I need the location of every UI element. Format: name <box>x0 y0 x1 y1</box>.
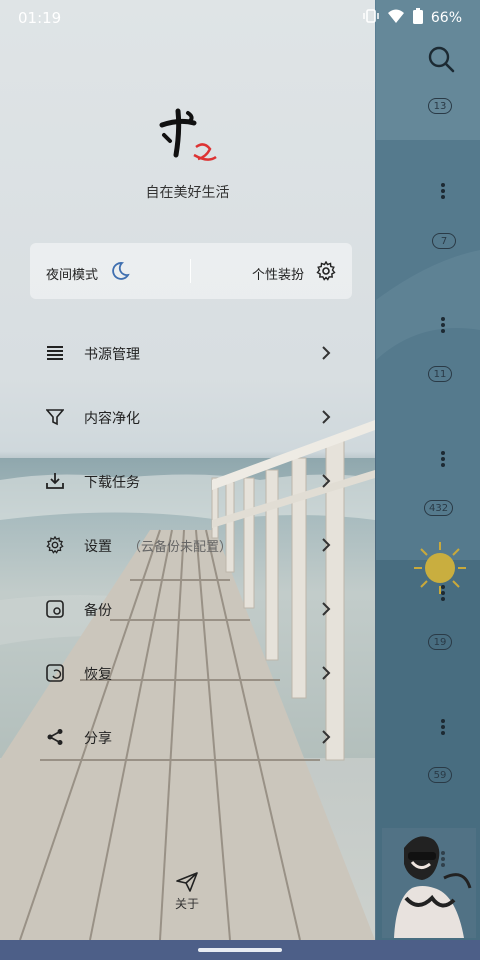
theme-settings-button[interactable]: 个性装扮 <box>251 260 336 285</box>
menu-label: 设置 （云备份未配置） <box>84 536 232 556</box>
vibrate-icon <box>363 8 379 28</box>
chevron-right-icon <box>320 473 332 488</box>
share-icon <box>46 728 64 746</box>
unread-count-badge: 13 <box>428 98 452 114</box>
filter-icon <box>45 408 65 426</box>
app-slogan: 自在美好生活 <box>145 185 230 201</box>
menu-item-share[interactable]: 分享 <box>0 705 375 769</box>
menu-label: 下载任务 <box>84 475 140 491</box>
search-icon[interactable] <box>426 44 456 74</box>
more-options-icon[interactable] <box>440 450 446 470</box>
menu-label: 备份 <box>84 603 112 619</box>
menu-label: 恢复 <box>84 667 112 683</box>
system-navigation-bar <box>0 940 480 960</box>
gear-icon <box>46 535 64 554</box>
more-options-icon[interactable] <box>440 718 446 738</box>
menu-label: 书源管理 <box>84 347 140 363</box>
bookshelf-list <box>376 0 480 940</box>
theme-label: 个性装扮 <box>251 267 304 283</box>
more-options-icon[interactable] <box>440 316 446 336</box>
navigation-drawer: 自在美好生活 夜间模式 个性装扮 书源管理 内容净化 下载任务 设置 （云备份未… <box>0 0 375 940</box>
unread-count-badge: 19 <box>428 634 452 650</box>
restore-icon <box>46 664 64 682</box>
night-mode-toggle[interactable]: 夜间模式 <box>46 261 130 285</box>
chevron-right-icon <box>320 409 332 424</box>
list-icon <box>46 344 64 362</box>
menu-label: 内容净化 <box>84 411 140 427</box>
unread-count-badge: 7 <box>432 233 456 249</box>
divider <box>190 259 191 283</box>
home-gesture-handle[interactable] <box>198 948 282 952</box>
chevron-right-icon <box>320 729 332 744</box>
decoration-illustration <box>382 828 476 938</box>
settings-label: 设置 <box>84 539 112 555</box>
about-button[interactable]: 关于 <box>167 872 207 912</box>
unread-count-badge: 11 <box>428 366 452 382</box>
gear-icon <box>316 260 336 285</box>
clock-text: 01:19 <box>18 9 62 27</box>
app-logo <box>150 105 220 165</box>
backup-status-text: （云备份未配置） <box>128 540 233 555</box>
chevron-right-icon <box>320 665 332 680</box>
unread-count-badge: 432 <box>424 500 454 516</box>
menu-item-restore[interactable]: 恢复 <box>0 641 375 705</box>
chevron-right-icon <box>320 601 332 616</box>
menu-item-settings[interactable]: 设置 （云备份未配置） <box>0 513 375 577</box>
sun-decoration <box>412 540 468 596</box>
about-label: 关于 <box>174 897 199 911</box>
download-icon <box>46 472 64 490</box>
menu-label: 分享 <box>84 731 112 747</box>
battery-percentage: 66% <box>430 10 462 26</box>
more-options-icon[interactable] <box>440 182 446 202</box>
menu-item-backup[interactable]: 备份 <box>0 577 375 641</box>
mode-card: 夜间模式 个性装扮 <box>30 243 352 299</box>
menu-item-content-filter[interactable]: 内容净化 <box>0 385 375 449</box>
unread-count-badge: 59 <box>428 767 452 783</box>
menu-item-download-tasks[interactable]: 下载任务 <box>0 449 375 513</box>
chevron-right-icon <box>320 345 332 360</box>
chevron-right-icon <box>320 537 332 552</box>
menu-item-book-source[interactable]: 书源管理 <box>0 321 375 385</box>
night-mode-label: 夜间模式 <box>46 267 99 283</box>
status-icons: 66% <box>363 8 462 28</box>
backup-icon <box>46 600 64 618</box>
wifi-icon <box>387 8 405 28</box>
battery-icon <box>412 8 423 28</box>
send-icon <box>167 872 207 895</box>
moon-icon <box>110 261 130 285</box>
status-bar: 01:19 66% <box>0 0 480 34</box>
